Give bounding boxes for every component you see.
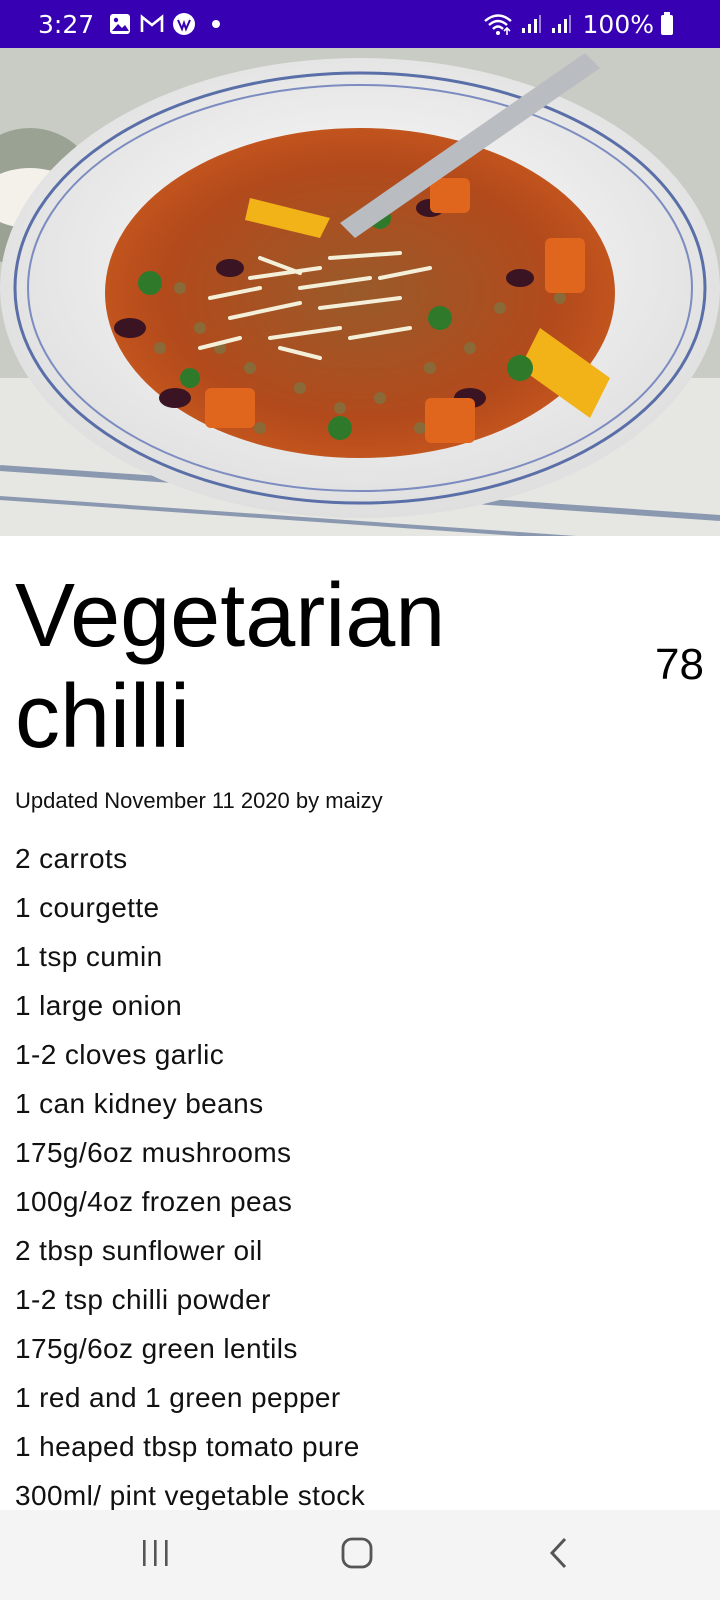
ingredient-item: 1 tsp cumin — [15, 941, 163, 972]
battery-icon — [660, 12, 674, 36]
ingredient-item: 1-2 cloves garlic — [15, 1039, 225, 1070]
ingredient-item: 175g/6oz mushrooms — [15, 1137, 292, 1168]
recent-apps-button[interactable] — [126, 1530, 186, 1580]
ingredient-item: 100g/4oz frozen peas — [15, 1186, 293, 1217]
recipe-title: Vegetarian chilli — [15, 566, 446, 767]
gmail-icon — [140, 12, 164, 36]
ingredient-item: 1 red and 1 green pepper — [15, 1382, 341, 1413]
ingredient-item: 1 courgette — [15, 892, 160, 923]
navigation-bar — [0, 1510, 720, 1600]
wifi-icon — [483, 12, 513, 36]
ingredient-item: 2 carrots — [15, 843, 128, 874]
ingredient-item: 1 can kidney beans — [15, 1088, 264, 1119]
recipe-updated-info: Updated November 11 2020 by maizy — [15, 788, 383, 813]
image-icon — [108, 12, 132, 36]
recipe-rating: 78 — [655, 640, 704, 689]
battery-percentage: 100% — [582, 9, 654, 39]
ingredient-item: 1 large onion — [15, 990, 183, 1021]
ingredient-item: 2 tbsp sunflower oil — [15, 1235, 263, 1266]
signal-icon — [549, 12, 573, 36]
back-button[interactable] — [529, 1530, 589, 1580]
status-bar: 3:27 100% — [0, 0, 720, 48]
app-icon — [172, 12, 196, 36]
recent-apps-icon — [140, 1538, 172, 1573]
home-icon — [340, 1536, 374, 1575]
status-left: 3:27 — [38, 0, 228, 48]
status-right: 100% — [483, 0, 674, 48]
ingredients-list: 2 carrots 1 courgette 1 tsp cumin 1 larg… — [15, 834, 365, 1520]
ingredient-item: 1 heaped tbsp tomato pure — [15, 1431, 360, 1462]
dot-icon — [204, 12, 228, 36]
status-time: 3:27 — [38, 9, 95, 39]
signal-icon — [519, 12, 543, 36]
ingredient-item: 175g/6oz green lentils — [15, 1333, 298, 1364]
recipe-photo — [0, 48, 720, 536]
back-icon — [547, 1536, 571, 1575]
ingredient-item: 1-2 tsp chilli powder — [15, 1284, 271, 1315]
home-button[interactable] — [327, 1530, 387, 1580]
